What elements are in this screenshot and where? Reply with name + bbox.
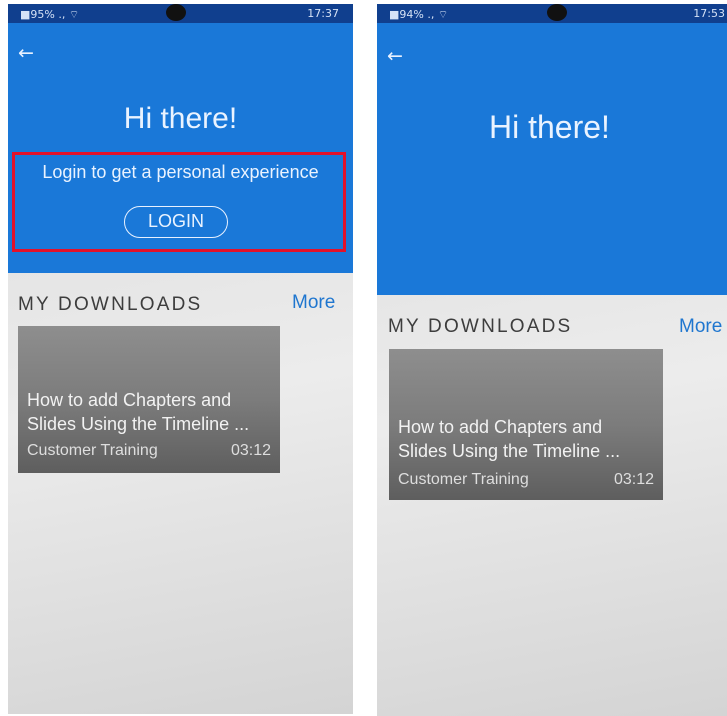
status-bar: ■95% ., ⌔ 17:37 [8, 4, 353, 23]
arrow-left-icon[interactable]: ← [387, 47, 405, 66]
right-phone-screenshot: ■94% ., ⌔ 17:53 ← Hi there! MY DOWNLOADS… [377, 4, 727, 716]
more-downloads-link[interactable]: More [679, 316, 722, 338]
card-title-line2: Slides Using the Timeline ... [398, 441, 621, 461]
download-card[interactable]: How to add Chapters and Slides Using the… [18, 326, 280, 473]
status-time: 17:37 [307, 7, 339, 20]
greeting-heading: Hi there! [123, 102, 238, 135]
left-phone-screenshot: ■95% ., ⌔ 17:37 ← Hi there! Login to get… [8, 4, 353, 714]
welcome-header: ← Hi there! [377, 23, 727, 295]
signal-battery-indicator: ■94% ., ⌔ [389, 8, 449, 21]
card-title-line1: How to add Chapters and [398, 417, 603, 437]
card-meta: Customer Training 03:12 [27, 442, 271, 462]
download-card[interactable]: How to add Chapters and Slides Using the… [389, 349, 663, 500]
arrow-left-icon[interactable]: ← [18, 44, 36, 63]
card-meta: Customer Training 03:12 [398, 471, 654, 491]
downloads-section-title: MY DOWNLOADS [18, 294, 203, 315]
signal-battery-indicator: ■95% ., ⌔ [20, 8, 80, 21]
more-downloads-link[interactable]: More [292, 292, 335, 314]
card-duration: 03:12 [230, 442, 271, 459]
front-camera-cutout [547, 4, 567, 21]
greeting-heading: Hi there! [489, 109, 610, 145]
highlight-annotation-box [12, 152, 346, 252]
card-author: Customer Training [398, 471, 529, 488]
downloads-section-title: MY DOWNLOADS [388, 316, 573, 337]
card-duration: 03:12 [613, 471, 654, 488]
card-title-line1: How to add Chapters and [27, 390, 232, 410]
card-title-line2: Slides Using the Timeline ... [27, 414, 250, 434]
status-time: 17:53 [693, 7, 725, 20]
front-camera-cutout [166, 4, 186, 21]
status-bar: ■94% ., ⌔ 17:53 [377, 4, 727, 23]
card-author: Customer Training [27, 442, 158, 459]
